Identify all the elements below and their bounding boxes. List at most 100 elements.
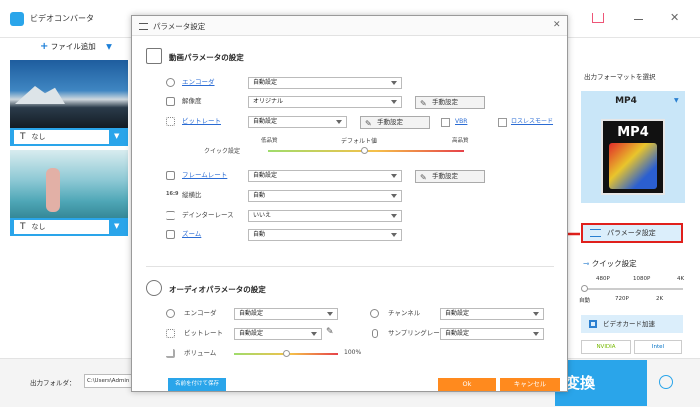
chevron-down-icon: ▼ xyxy=(674,97,679,104)
cancel-button[interactable]: キャンセル xyxy=(500,378,560,391)
minimize-icon[interactable] xyxy=(634,19,643,20)
format-name: MP4 xyxy=(615,96,637,106)
scale-top-480: 480P xyxy=(596,276,610,282)
convert-button[interactable]: 変換 xyxy=(555,360,647,406)
volume-slider[interactable] xyxy=(234,350,338,357)
quick-settings-handle[interactable] xyxy=(581,285,588,292)
ok-button[interactable]: Ok xyxy=(438,378,496,391)
channel-icon xyxy=(370,309,379,318)
scale-top-1080: 1080P xyxy=(633,276,651,282)
bitrate-select[interactable]: 自動設定 xyxy=(248,116,347,128)
vbr-label[interactable]: VBR xyxy=(455,117,467,127)
add-file-button[interactable]: + ファイル追加 ▼ xyxy=(40,41,112,52)
deinterlace-label: デインターレース xyxy=(182,211,234,219)
format-title: 出力フォーマットを選択 xyxy=(584,73,656,81)
save-as-button[interactable]: 名前を付けて保存 xyxy=(168,378,226,391)
vbr-checkbox[interactable] xyxy=(441,118,450,127)
section-divider xyxy=(146,266,554,267)
sliders-icon xyxy=(139,23,148,30)
scale-bottom-720: 720P xyxy=(615,296,629,302)
framerate-select[interactable]: 自動設定 xyxy=(248,170,402,182)
aspect-ratio-select[interactable]: 自動 xyxy=(248,190,402,202)
video-thumbnail-1[interactable] xyxy=(10,60,128,128)
dialog-close-icon[interactable]: ✕ xyxy=(553,20,561,30)
video-section-title: 動画パラメータの設定 xyxy=(169,53,244,62)
aspect-ratio-label: 縦横比 xyxy=(182,191,202,199)
audio-encoder-icon xyxy=(166,309,175,318)
chevron-down-icon: ▼ xyxy=(114,132,120,140)
framerate-label[interactable]: フレームレート xyxy=(182,170,227,180)
dialog-titlebar: パラメータ設定 ✕ xyxy=(132,16,567,36)
subtitle-select-2[interactable]: T なし ▼ xyxy=(10,218,128,236)
quality-slider-handle[interactable] xyxy=(361,147,368,154)
bitrate-label[interactable]: ビットレート xyxy=(182,116,221,126)
zoom-icon xyxy=(166,230,175,239)
framerate-icon xyxy=(166,171,175,180)
quick-settings-slider[interactable] xyxy=(581,285,683,292)
close-app-icon[interactable]: ✕ xyxy=(670,11,679,24)
sample-rate-label: サンプリングレート xyxy=(388,329,447,337)
quality-default-label: デフォルト値 xyxy=(341,138,378,145)
lossless-checkbox[interactable] xyxy=(498,118,507,127)
audio-bitrate-edit-icon[interactable]: ✎ xyxy=(326,327,334,337)
quick-settings-title: ⊸ クイック設定 xyxy=(583,259,637,268)
aspect-ratio-icon: 16:9 xyxy=(166,191,179,197)
quick-settings-icon: ⊸ xyxy=(583,259,590,268)
quality-low-label: 低品質 xyxy=(261,138,278,144)
resolution-select[interactable]: オリジナル xyxy=(248,96,402,108)
intel-badge: Intel xyxy=(634,340,682,354)
encoder-label[interactable]: エンコーダ xyxy=(182,77,215,87)
pencil-icon: ✎ xyxy=(365,119,372,128)
parameter-settings-button[interactable]: パラメータ設定 xyxy=(581,223,683,243)
video-section-icon xyxy=(146,48,162,64)
dialog-title: パラメータ設定 xyxy=(153,22,206,31)
gpu-acceleration-toggle[interactable]: ビデオカード加速 xyxy=(581,315,683,333)
sample-rate-select[interactable]: 自動設定 xyxy=(440,328,544,340)
alarm-clock-icon[interactable] xyxy=(659,375,673,389)
mp4-icon-text: MP4 xyxy=(617,125,649,140)
audio-encoder-select[interactable]: 自動設定 xyxy=(234,308,338,320)
resolution-icon xyxy=(166,97,175,106)
audio-bitrate-select[interactable]: 自動設定 xyxy=(234,328,322,340)
bitrate-manual-button[interactable]: ✎ 手動設定 xyxy=(360,116,430,129)
parameter-settings-dialog: パラメータ設定 ✕ 動画パラメータの設定 エンコーダ 自動設定 解像度 オリジナ… xyxy=(131,15,568,392)
channel-label: チャンネル xyxy=(388,309,421,317)
nvidia-badge: NVIDIA xyxy=(581,340,631,354)
gpu-label: ビデオカード加速 xyxy=(603,320,655,328)
scale-bottom-2k: 2K xyxy=(656,296,664,302)
framerate-manual-button[interactable]: ✎ 手動設定 xyxy=(415,170,485,183)
microphone-icon xyxy=(372,329,378,338)
deinterlace-icon xyxy=(166,211,175,220)
audio-encoder-label: エンコーダ xyxy=(184,309,217,317)
volume-value: 100% xyxy=(344,349,362,356)
app-title: ビデオコンバータ xyxy=(30,14,94,23)
subtitle-select-1[interactable]: T なし ▼ xyxy=(10,128,128,146)
encoder-icon xyxy=(166,78,175,87)
video-thumbnail-2[interactable] xyxy=(10,150,128,218)
param-button-label: パラメータ設定 xyxy=(607,229,656,237)
subtitle-value-1: なし xyxy=(31,133,46,141)
pencil-icon: ✎ xyxy=(420,173,427,182)
deinterlace-select[interactable]: いいえ xyxy=(248,210,402,222)
resolution-manual-button[interactable]: ✎ 手動設定 xyxy=(415,96,485,109)
audio-bitrate-icon xyxy=(166,329,175,338)
encoder-select[interactable]: 自動設定 xyxy=(248,77,402,89)
audio-bitrate-label: ビットレート xyxy=(184,329,223,337)
quality-high-label: 高品質 xyxy=(452,138,469,144)
output-folder-input[interactable]: C:\Users\Admin xyxy=(84,374,134,388)
scale-top-4k: 4K xyxy=(677,276,685,282)
zoom-label[interactable]: ズーム xyxy=(182,229,201,239)
zoom-select[interactable]: 自動 xyxy=(248,229,402,241)
add-file-label: ファイル追加 xyxy=(50,42,96,51)
volume-label: ボリューム xyxy=(184,349,217,357)
resolution-label: 解像度 xyxy=(182,97,202,105)
channel-select[interactable]: 自動設定 xyxy=(440,308,544,320)
format-selector[interactable]: MP4 ▼ MP4 xyxy=(581,91,685,203)
gpu-icon xyxy=(589,320,597,328)
quality-slider[interactable] xyxy=(268,147,464,154)
volume-slider-handle[interactable] xyxy=(283,350,290,357)
cart-icon[interactable] xyxy=(592,13,604,23)
lossless-label[interactable]: ロスレスモード xyxy=(511,117,553,127)
audio-section-icon xyxy=(146,280,162,296)
pencil-icon: ✎ xyxy=(420,99,427,108)
